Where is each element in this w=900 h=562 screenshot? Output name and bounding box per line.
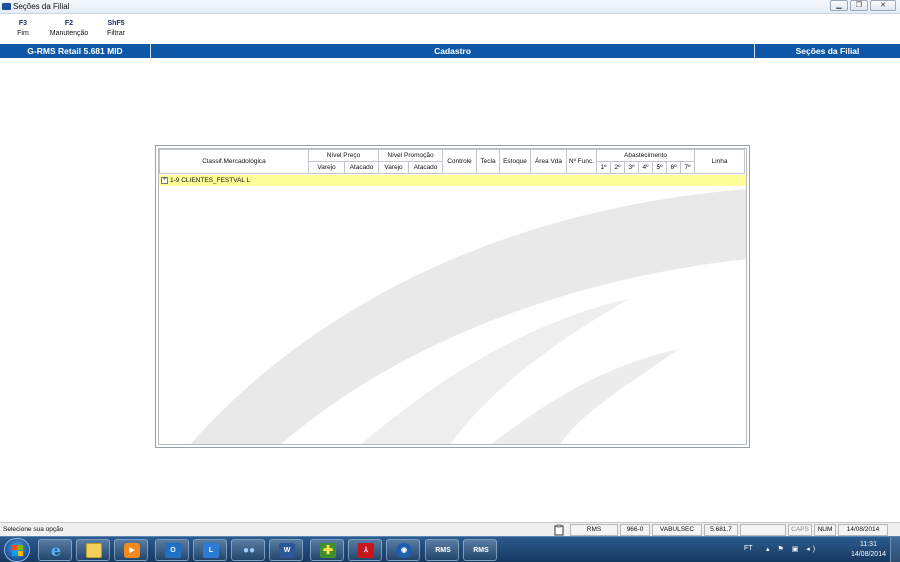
status-bar: Selecione sua opção RMS 966-0 VABULSEC 5… bbox=[0, 522, 900, 536]
taskbar-rms-1[interactable]: RMS bbox=[425, 539, 459, 561]
window-title: Seções da Filial bbox=[13, 2, 70, 11]
sections-table: Classif.Mercadológica Nível Preço Nível … bbox=[159, 149, 745, 174]
show-desktop-button[interactable] bbox=[890, 537, 900, 562]
col-abast-6[interactable]: 6º bbox=[666, 161, 681, 174]
action-center-icon[interactable]: ⚑ bbox=[777, 546, 786, 553]
taskbar-outlook[interactable]: O bbox=[155, 539, 189, 561]
module-header: G-RMS Retail 5.681 MID Cadastro Seções d… bbox=[0, 44, 900, 58]
taskbar-explorer[interactable] bbox=[76, 539, 110, 561]
col-atacado-promocao[interactable]: Atacado bbox=[408, 161, 443, 174]
col-tecla[interactable]: Tecla bbox=[476, 149, 500, 174]
col-abast-4[interactable]: 4º bbox=[638, 161, 653, 174]
fkey-manutencao[interactable]: F2 Manutenção bbox=[46, 19, 92, 39]
fkey-fim[interactable]: F3 Fim bbox=[12, 19, 34, 39]
volume-icon[interactable]: ◂) bbox=[806, 546, 818, 553]
fkey-label: Fim bbox=[17, 30, 29, 37]
function-key-bar: F3 Fim F2 Manutenção ShF5 Filtrar bbox=[0, 15, 900, 43]
product-version: G-RMS Retail 5.681 MID bbox=[0, 44, 151, 58]
taskbar-remote[interactable]: ◉ bbox=[386, 539, 420, 561]
windows-logo-icon bbox=[12, 545, 23, 556]
language-indicator[interactable]: FT bbox=[744, 545, 753, 552]
col-atacado-preco[interactable]: Atacado bbox=[344, 161, 379, 174]
start-button[interactable] bbox=[4, 538, 30, 562]
col-abast-1[interactable]: 1º bbox=[596, 161, 611, 174]
col-abast-2[interactable]: 2º bbox=[610, 161, 625, 174]
taskbar-media[interactable]: ▶ bbox=[114, 539, 148, 561]
taskbar-word[interactable]: W bbox=[269, 539, 303, 561]
system-tray: FT ▴ ⚑ ▣ ◂) 11:31 14/08/2014 bbox=[740, 537, 900, 562]
taskbar-ie[interactable]: e bbox=[38, 539, 72, 561]
status-system: RMS bbox=[570, 524, 618, 536]
fkey-key: F2 bbox=[64, 20, 74, 27]
folder-icon bbox=[86, 543, 102, 558]
taskbar: e ▶ O L ●● W ✚ ⅄ ◉ RMS RMS FT ▴ ⚑ ▣ ◂) 1… bbox=[0, 536, 900, 562]
taskbar-lync[interactable]: L bbox=[193, 539, 227, 561]
col-abast-7[interactable]: 7º bbox=[680, 161, 695, 174]
fkey-label: Filtrar bbox=[107, 30, 125, 37]
status-empty bbox=[740, 524, 786, 536]
clock-time: 11:31 bbox=[859, 541, 877, 548]
fkey-label: Manutenção bbox=[49, 30, 89, 37]
remote-desktop-icon: ◉ bbox=[396, 543, 412, 558]
media-player-icon: ▶ bbox=[124, 543, 140, 558]
col-varejo-promocao[interactable]: Varejo bbox=[378, 161, 409, 174]
status-message: Selecione sua opção bbox=[3, 526, 64, 533]
lync-icon: L bbox=[203, 543, 219, 558]
taskbar-meeting[interactable]: ●● bbox=[231, 539, 265, 561]
fkey-key: ShF5 bbox=[107, 20, 125, 27]
minimize-button[interactable]: ▁ bbox=[830, 0, 848, 11]
col-linha[interactable]: Linha bbox=[694, 149, 745, 174]
clock-date: 14/08/2014 bbox=[850, 551, 886, 558]
status-version: 5.681.7 bbox=[704, 524, 738, 536]
expand-icon[interactable]: + bbox=[161, 177, 168, 184]
window-controls: ▁ ❐ ✕ bbox=[830, 0, 896, 13]
col-abast-5[interactable]: 5º bbox=[652, 161, 667, 174]
taskbar-acrobat[interactable]: ⅄ bbox=[348, 539, 382, 561]
app-window: Seções da Filial ▁ ❐ ✕ F3 Fim F2 Manuten… bbox=[0, 0, 900, 562]
status-num: NUM bbox=[814, 524, 836, 536]
col-varejo-preco[interactable]: Varejo bbox=[308, 161, 345, 174]
col-area-vda[interactable]: Área Vda bbox=[530, 149, 567, 174]
status-user: VABULSEC bbox=[652, 524, 702, 536]
network-icon[interactable]: ▣ bbox=[792, 546, 802, 553]
row-label: 1-9 CLIENTES_FESTVAL L bbox=[170, 177, 251, 184]
table-row[interactable]: + 1-9 CLIENTES_FESTVAL L bbox=[159, 175, 746, 186]
col-nivel-preco[interactable]: Nível Preço bbox=[308, 149, 379, 162]
col-abastecimento[interactable]: Abastecimento bbox=[596, 149, 695, 162]
ie-icon: e bbox=[50, 541, 62, 560]
meeting-icon: ●● bbox=[242, 545, 256, 556]
rms-app-icon: RMS bbox=[435, 547, 451, 554]
word-icon: W bbox=[279, 543, 295, 558]
screen-name: Seções da Filial bbox=[754, 44, 900, 58]
status-branch: 966-0 bbox=[620, 524, 650, 536]
fkey-key: F3 bbox=[18, 20, 28, 27]
col-estoque[interactable]: Estoque bbox=[499, 149, 531, 174]
grid-area[interactable]: Classif.Mercadológica Nível Preço Nível … bbox=[158, 148, 747, 445]
col-controle[interactable]: Controle bbox=[442, 149, 477, 174]
module-name: Cadastro bbox=[434, 46, 471, 56]
outlook-icon: O bbox=[165, 543, 181, 558]
taskbar-medical-app[interactable]: ✚ bbox=[310, 539, 344, 561]
clipboard-icon[interactable] bbox=[552, 524, 566, 536]
grid-panel: Classif.Mercadológica Nível Preço Nível … bbox=[155, 145, 750, 448]
watermark-swoosh bbox=[190, 189, 746, 444]
rms-app-icon: RMS bbox=[473, 547, 489, 554]
show-hidden-icons-icon[interactable]: ▴ bbox=[766, 546, 773, 553]
status-date: 14/08/2014 bbox=[838, 524, 888, 536]
fkey-filtrar[interactable]: ShF5 Filtrar bbox=[102, 19, 130, 39]
col-n-func[interactable]: Nº Func. bbox=[566, 149, 597, 174]
clock[interactable]: 11:31 14/08/2014 bbox=[851, 540, 886, 560]
tray-icons[interactable]: ▴ ⚑ ▣ ◂) bbox=[766, 545, 818, 553]
title-bar: Seções da Filial ▁ ❐ ✕ bbox=[0, 0, 900, 14]
col-classif[interactable]: Classif.Mercadológica bbox=[159, 149, 309, 174]
status-caps: CAPS bbox=[788, 524, 812, 536]
close-button[interactable]: ✕ bbox=[870, 0, 896, 11]
col-abast-3[interactable]: 3º bbox=[624, 161, 639, 174]
taskbar-rms-2[interactable]: RMS bbox=[463, 539, 497, 561]
app-icon bbox=[2, 3, 11, 10]
col-nivel-promocao[interactable]: Nível Promoção bbox=[378, 149, 443, 162]
restore-button[interactable]: ❐ bbox=[850, 0, 868, 11]
acrobat-icon: ⅄ bbox=[358, 543, 374, 558]
medical-app-icon: ✚ bbox=[320, 543, 336, 558]
